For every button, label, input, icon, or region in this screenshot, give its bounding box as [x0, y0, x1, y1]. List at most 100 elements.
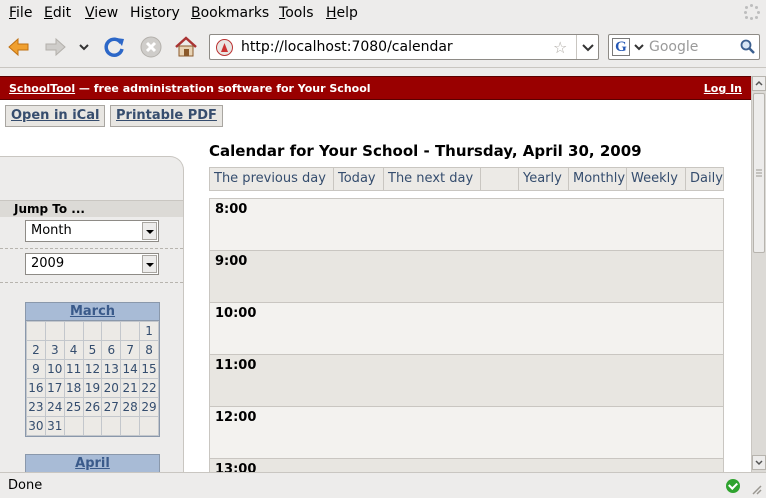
chevron-down-icon [755, 460, 763, 466]
menu-file[interactable]: File [9, 5, 32, 21]
status-text: Done [8, 478, 43, 493]
day-cell [120, 321, 141, 341]
site-favicon-icon [216, 39, 233, 56]
page-content: SchoolTool — free administration softwar… [0, 76, 751, 472]
day-cell[interactable]: 3 [44, 340, 65, 360]
scroll-down-button[interactable] [752, 455, 766, 470]
next-day-link[interactable]: The next day [384, 168, 481, 190]
day-cell [26, 321, 46, 341]
day-cell[interactable]: 18 [63, 378, 84, 398]
schooltool-link[interactable]: SchoolTool [9, 82, 75, 95]
home-icon [175, 36, 197, 57]
grip-icon [756, 169, 762, 177]
url-bar[interactable]: http://localhost:7080/calendar ☆ [209, 34, 599, 60]
monthly-view-link[interactable]: Monthly [569, 168, 627, 190]
home-button[interactable] [173, 35, 199, 59]
reload-button[interactable] [102, 35, 128, 59]
search-bar[interactable]: G Google [608, 34, 760, 60]
day-cell[interactable]: 16 [26, 378, 46, 398]
day-cell[interactable]: 27 [101, 397, 122, 417]
back-button[interactable] [6, 35, 32, 59]
mini-calendar-title[interactable]: March [26, 303, 159, 321]
mini-calendar-title[interactable]: April [26, 455, 159, 472]
menu-help[interactable]: Help [326, 5, 358, 21]
day-cell[interactable]: 23 [26, 397, 46, 417]
vertical-scrollbar[interactable] [751, 76, 766, 472]
menu-bookmarks[interactable]: Bookmarks [191, 5, 269, 21]
status-bar: Done [0, 472, 766, 498]
day-cell [101, 416, 122, 436]
printable-pdf-button[interactable]: Printable PDF [110, 105, 223, 127]
day-cell[interactable]: 13 [101, 359, 122, 379]
yearly-view-link[interactable]: Yearly [519, 168, 569, 190]
menu-tools[interactable]: Tools [279, 5, 314, 21]
forward-button[interactable] [42, 35, 68, 59]
scrollbar-thumb[interactable] [753, 93, 765, 253]
chevron-down-icon [142, 222, 157, 240]
chevron-up-icon [755, 80, 763, 86]
forward-arrow-icon [45, 37, 66, 57]
day-cell[interactable]: 2 [26, 340, 46, 360]
day-cell[interactable]: 7 [120, 340, 141, 360]
day-cell[interactable]: 11 [63, 359, 84, 379]
login-link[interactable]: Log In [704, 82, 742, 95]
divider [0, 282, 183, 283]
menu-edit[interactable]: Edit [44, 5, 71, 21]
daily-view-link[interactable]: Daily [686, 168, 724, 190]
day-cell [82, 416, 103, 436]
day-cell[interactable]: 1 [139, 321, 159, 341]
hour-label: 13:00 [215, 462, 257, 472]
day-cell[interactable]: 24 [44, 397, 65, 417]
day-cell[interactable]: 15 [139, 359, 159, 379]
day-cell[interactable]: 29 [139, 397, 159, 417]
hour-slot[interactable]: 12:00 [210, 407, 723, 459]
hour-slot[interactable]: 9:00 [210, 251, 723, 303]
day-cell[interactable]: 6 [101, 340, 122, 360]
day-cell[interactable]: 31 [44, 416, 65, 436]
url-history-dropdown[interactable] [576, 35, 598, 59]
day-cell[interactable]: 14 [120, 359, 141, 379]
hour-slot[interactable]: 13:00 [210, 459, 723, 472]
scroll-up-button[interactable] [752, 76, 766, 91]
day-cell [139, 416, 159, 436]
chevron-down-icon [79, 44, 89, 51]
menu-view[interactable]: View [85, 5, 118, 21]
day-cell[interactable]: 30 [26, 416, 46, 436]
previous-day-link[interactable]: The previous day [210, 168, 334, 190]
today-link[interactable]: Today [334, 168, 384, 190]
day-cell[interactable]: 9 [26, 359, 46, 379]
hour-label: 8:00 [215, 202, 248, 217]
mini-calendar-march: March 1 2345678 9 10 11 12 13 14 15 16 17 18 19 20… [25, 302, 160, 437]
day-cell[interactable]: 12 [82, 359, 103, 379]
search-input[interactable]: Google [649, 39, 698, 55]
hour-slot[interactable]: 11:00 [210, 355, 723, 407]
day-cell[interactable]: 22 [139, 378, 159, 398]
bookmark-star-icon[interactable]: ☆ [553, 38, 567, 57]
day-cell[interactable]: 8 [139, 340, 159, 360]
day-cell[interactable]: 28 [120, 397, 141, 417]
day-cell[interactable]: 4 [63, 340, 84, 360]
open-in-ical-button[interactable]: Open in iCal [5, 105, 106, 127]
weekly-view-link[interactable]: Weekly [627, 168, 686, 190]
year-select-value: 2009 [31, 256, 65, 271]
site-tagline: — free administration software for Your … [75, 82, 371, 95]
search-engine-selector[interactable]: G [612, 38, 646, 56]
hour-slot[interactable]: 8:00 [210, 199, 723, 251]
history-dropdown-button[interactable] [75, 35, 93, 59]
month-select[interactable]: Month [25, 220, 159, 242]
resize-grip-icon[interactable] [750, 483, 762, 495]
day-cell[interactable]: 5 [82, 340, 103, 360]
day-cell[interactable]: 21 [120, 378, 141, 398]
day-cell[interactable]: 17 [44, 378, 65, 398]
hour-slot[interactable]: 10:00 [210, 303, 723, 355]
year-select[interactable]: 2009 [25, 253, 159, 275]
day-cell[interactable]: 25 [63, 397, 84, 417]
search-icon[interactable] [740, 39, 756, 55]
day-cell[interactable]: 19 [82, 378, 103, 398]
menu-history[interactable]: History [130, 5, 180, 21]
day-cell [44, 321, 65, 341]
stop-button[interactable] [138, 35, 164, 59]
day-cell[interactable]: 26 [82, 397, 103, 417]
day-cell[interactable]: 10 [44, 359, 65, 379]
day-cell[interactable]: 20 [101, 378, 122, 398]
